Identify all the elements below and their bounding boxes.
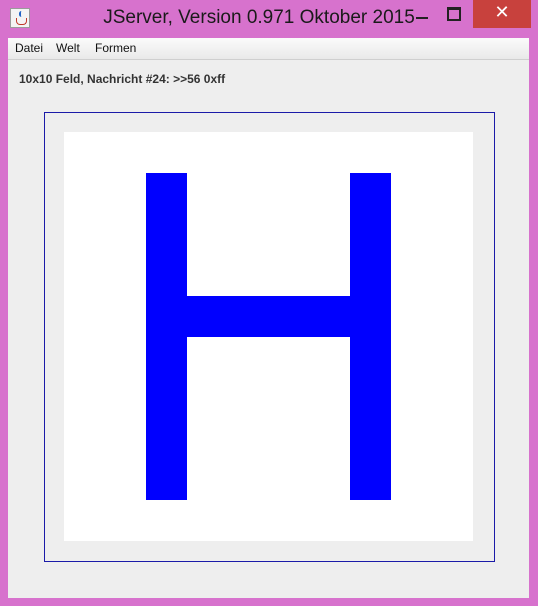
cup-shape [16,18,27,25]
title-bar[interactable]: JServer, Version 0.971 Oktober 2015 ✕ [0,0,538,38]
close-button[interactable]: ✕ [473,0,531,28]
maximize-button[interactable] [434,0,474,28]
board-cell-filled [350,172,392,214]
board-cell-filled [350,336,392,378]
menu-bar: Datei Welt Formen [8,38,529,60]
board-cell-filled [350,459,392,501]
board-cell-filled [145,295,187,337]
board-cell-filled [145,377,187,419]
board-cell-filled [227,295,269,337]
minimize-icon [416,17,428,19]
board-cell-filled [309,295,351,337]
board-cell-filled [268,295,310,337]
board-cell-filled [145,459,187,501]
board-cell-filled [145,213,187,255]
menu-formen[interactable]: Formen [95,41,136,55]
maximize-icon [447,7,461,21]
board-cell-filled [145,172,187,214]
java-cup-icon[interactable] [10,8,30,28]
app-window: JServer, Version 0.971 Oktober 2015 ✕ Da… [0,0,538,606]
board-cell-filled [350,213,392,255]
board-cell-filled [350,254,392,296]
board-cell-filled [145,254,187,296]
board-cell-filled [350,377,392,419]
window-title-text: JServer, Version 0.971 Oktober 2015 [103,7,415,28]
board-cell-filled [145,336,187,378]
steam-shape [19,11,24,17]
close-icon: ✕ [494,2,510,23]
board-grid[interactable] [64,132,473,541]
board-cell-filled [350,295,392,337]
menu-datei[interactable]: Datei [15,41,43,55]
board-cell-filled [145,418,187,460]
board-cell-filled [186,295,228,337]
status-message: 10x10 Feld, Nachricht #24: >>56 0xff [19,72,226,86]
board-cell-filled [350,418,392,460]
main-panel: 10x10 Feld, Nachricht #24: >>56 0xff [8,60,529,598]
menu-welt[interactable]: Welt [56,41,80,55]
